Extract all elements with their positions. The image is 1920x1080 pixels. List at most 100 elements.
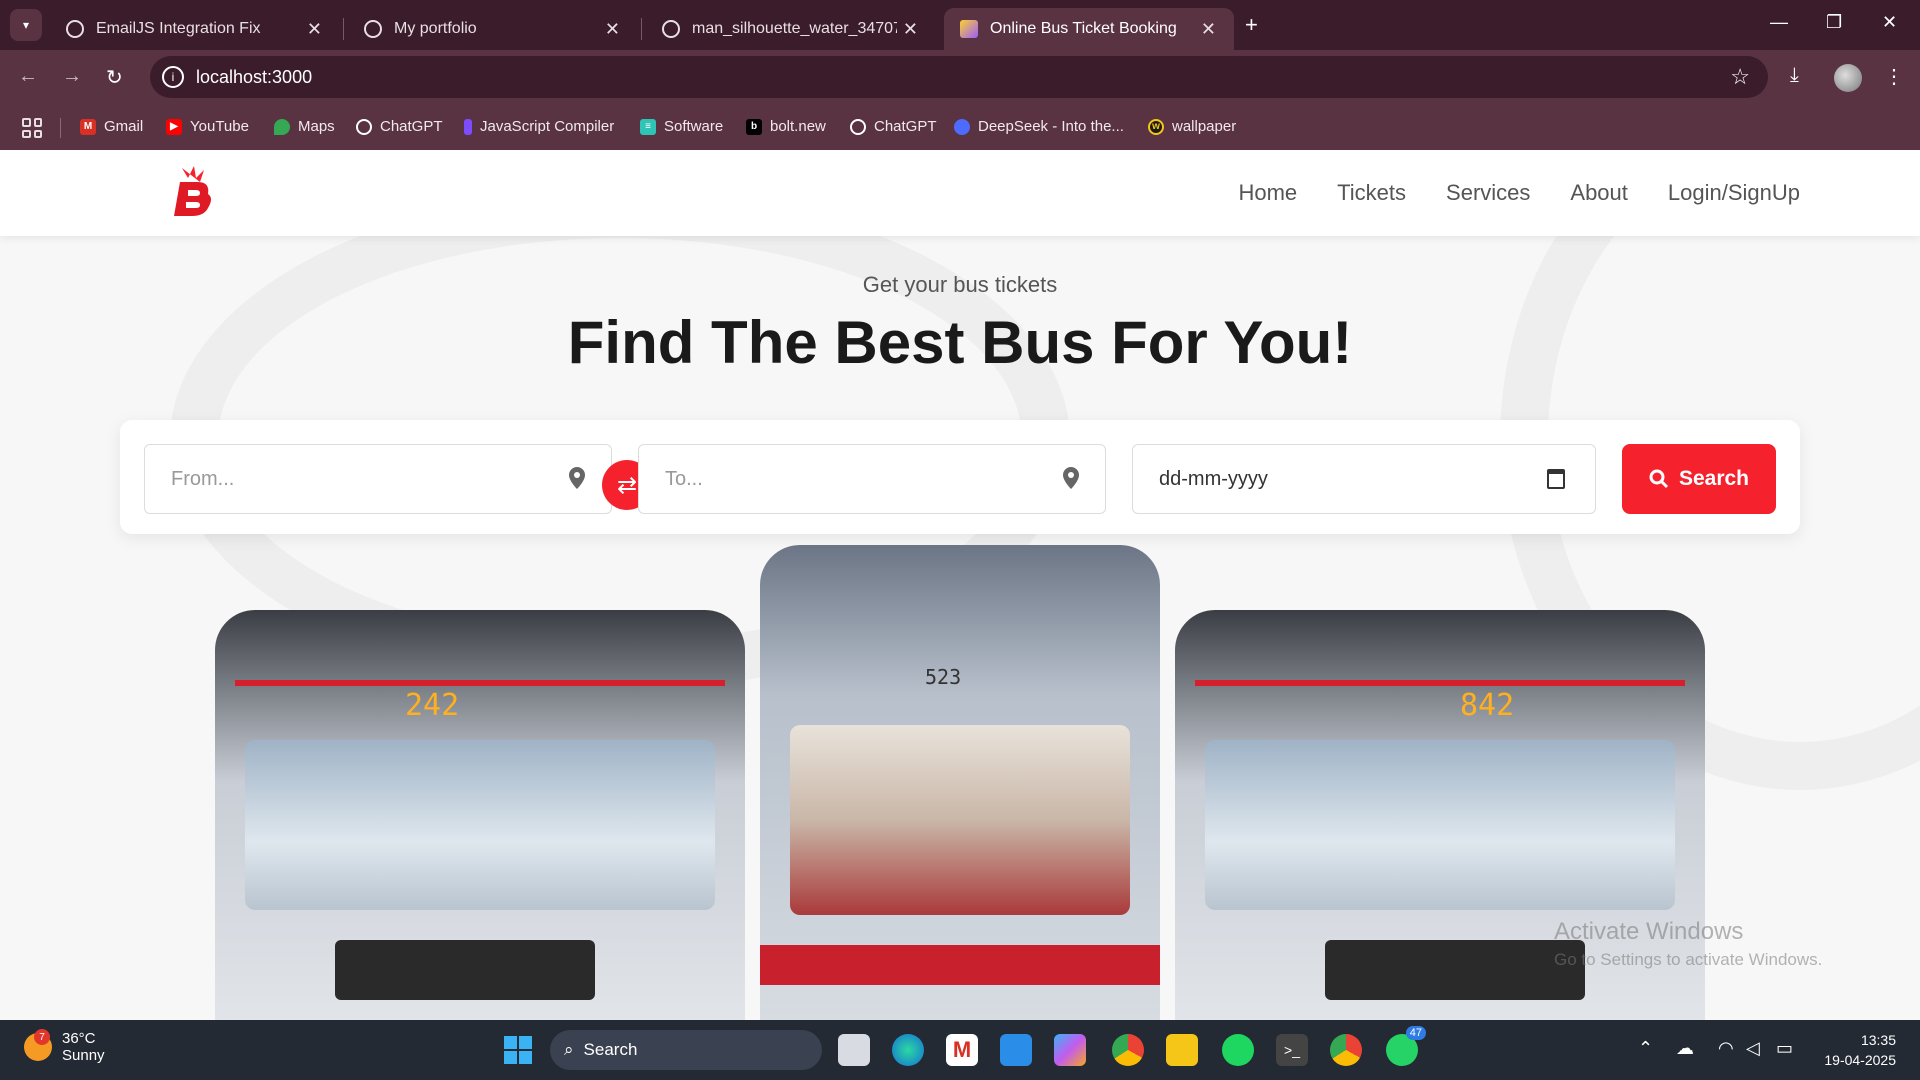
bookmarks-divider [60,118,61,138]
whatsapp-badge: 47 [1405,1026,1426,1040]
bookmark-label: bolt.new [770,118,826,135]
bookmarks-bar: M Gmail ▶ YouTube Maps ChatGPT JavaScrip… [0,106,1920,150]
onedrive-icon[interactable]: ☁ [1676,1038,1694,1059]
bookmark-maps[interactable]: Maps [274,118,335,135]
spotify-icon[interactable] [1222,1034,1254,1066]
site-info-icon[interactable]: i [162,66,184,88]
bookmark-gmail[interactable]: M Gmail [80,118,143,135]
deepseek-icon [954,118,970,135]
reload-icon[interactable]: ↻ [106,65,123,90]
bookmark-deepseek[interactable]: DeepSeek - Into the... [954,118,1124,135]
copilot-icon[interactable] [1054,1034,1086,1066]
clock-time: 13:35 [1860,1032,1896,1048]
restore-icon[interactable]: ❐ [1826,12,1842,33]
menu-kebab-icon[interactable]: ⋮ [1884,64,1904,89]
minimize-icon[interactable]: — [1770,12,1788,33]
tab-search-button[interactable]: ▾ [10,9,42,41]
bookmark-software[interactable]: ≡ Software [640,118,723,135]
edge-icon[interactable] [892,1034,924,1066]
task-view-icon[interactable] [838,1034,870,1066]
tab-emailjs[interactable]: EmailJS Integration Fix ✕ [50,8,340,50]
close-icon[interactable]: ✕ [307,19,322,40]
chrome-profile-icon[interactable] [1330,1034,1362,1066]
vscode-icon[interactable] [1000,1034,1032,1066]
system-clock[interactable]: 13:35 19-04-2025 [1824,1030,1896,1070]
software-icon: ≡ [640,118,656,135]
travel-date-field[interactable]: dd-mm-yyyy [1132,444,1596,514]
tab-divider [343,18,344,40]
nav-services[interactable]: Services [1446,180,1530,206]
bookmark-youtube[interactable]: ▶ YouTube [166,118,249,135]
address-bar[interactable]: i localhost:3000 ☆ [150,56,1768,98]
bus-image-left: 242 [215,610,745,1020]
profile-avatar[interactable] [1834,64,1862,92]
forward-icon[interactable]: → [62,65,82,88]
windows-start-icon[interactable] [502,1034,534,1066]
taskbar-search[interactable]: ⌕ Search [550,1030,822,1070]
bookmark-js-compiler[interactable]: JavaScript Compiler [464,118,614,135]
tab-bus-booking[interactable]: Online Bus Ticket Booking ✕ [944,8,1234,50]
tab-title: My portfolio [394,20,477,37]
weather-widget[interactable]: 7 36°C Sunny [24,1029,105,1064]
close-icon[interactable]: ✕ [1201,19,1216,40]
bus-stripe [1195,680,1685,686]
gmail-icon[interactable]: M [946,1034,978,1066]
globe-icon [662,20,680,38]
nav-login-signup[interactable]: Login/SignUp [1668,180,1800,206]
from-field[interactable]: From... [144,444,612,514]
bus-windshield [790,725,1130,915]
to-field[interactable]: To... [638,444,1106,514]
bookmark-label: ChatGPT [874,118,937,135]
bookmark-bolt[interactable]: b bolt.new [746,118,826,135]
battery-icon[interactable]: ▭ [1776,1038,1793,1059]
file-explorer-icon[interactable] [1166,1034,1198,1066]
bookmark-label: ChatGPT [380,118,443,135]
wifi-icon[interactable]: ◠ [1718,1038,1734,1059]
close-icon[interactable]: ✕ [605,19,620,40]
tab-title: EmailJS Integration Fix [96,20,261,37]
tab-divider [641,18,642,40]
bus-image-center: 523 [760,545,1160,1020]
apps-grid-icon[interactable] [22,118,42,138]
weather-badge: 7 [34,1029,50,1045]
bookmark-chatgpt[interactable]: ChatGPT [356,118,443,135]
bookmark-chatgpt-2[interactable]: ChatGPT [850,118,937,135]
hero-subtitle: Get your bus tickets [862,272,1058,297]
bus-route-sign: 242 [405,688,460,723]
chatgpt-icon [356,118,372,135]
ticket-search-form: From... ⇄ To... dd-mm-yyyy Search [120,420,1800,534]
date-placeholder: dd-mm-yyyy [1159,467,1268,490]
sun-icon: 7 [24,1029,52,1061]
nav-tickets[interactable]: Tickets [1337,180,1406,206]
new-tab-button[interactable]: + [1245,12,1258,38]
bookmark-label: DeepSeek - Into the... [978,118,1124,135]
volume-icon[interactable]: ◁ [1746,1038,1760,1059]
bolt-icon: b [746,118,762,135]
tab-man-silhouette[interactable]: man_silhouette_water_347072_ ✕ [646,8,936,50]
location-pin-icon [1063,467,1079,489]
nav-about[interactable]: About [1570,180,1628,206]
bookmark-star-icon[interactable]: ☆ [1730,64,1750,90]
brand-logo[interactable] [168,164,216,220]
download-icon[interactable]: ⤓ [1790,64,1799,87]
taskbar-search-label: Search [583,1040,638,1059]
close-icon[interactable]: ✕ [903,19,918,40]
bookmark-wallpaper[interactable]: w wallpaper [1148,118,1236,135]
search-button[interactable]: Search [1622,444,1776,514]
terminal-icon[interactable]: >_ [1276,1034,1308,1066]
chrome-icon[interactable] [1112,1034,1144,1066]
tab-portfolio[interactable]: My portfolio ✕ [348,8,638,50]
window-close-icon[interactable]: ✕ [1882,12,1897,33]
bus-windshield [245,740,715,910]
chevron-up-icon[interactable]: ⌃ [1638,1038,1653,1059]
wallpaper-icon: w [1148,118,1164,135]
hero-headline: Find The Best Bus For You! [567,309,1353,376]
gmail-icon: M [80,118,96,135]
bookmark-label: Software [664,118,724,135]
nav-links: Home Tickets Services About Login/SignUp [1238,180,1800,206]
nav-home[interactable]: Home [1238,180,1297,206]
back-icon[interactable]: ← [18,65,38,88]
activate-windows-subtitle: Go to Settings to activate Windows. [1554,950,1823,969]
whatsapp-icon[interactable]: 47 [1386,1026,1426,1066]
calendar-icon[interactable] [1547,469,1565,489]
